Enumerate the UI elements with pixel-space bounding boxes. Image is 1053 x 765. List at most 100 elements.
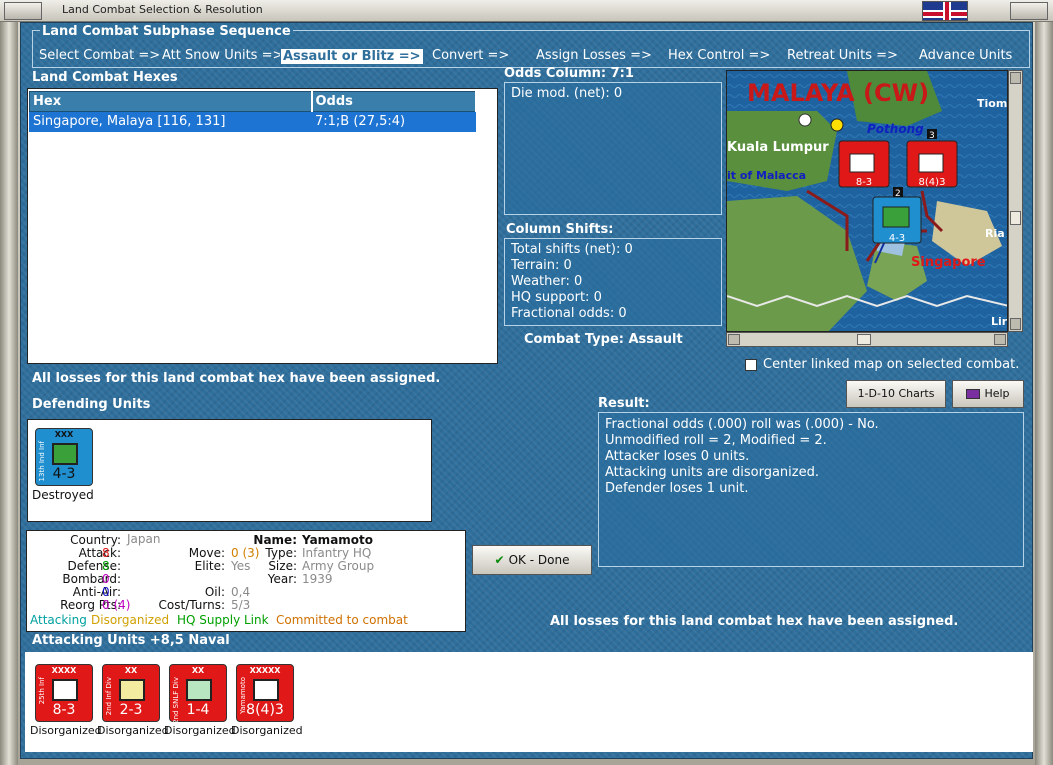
- book-icon: [966, 389, 981, 399]
- cost-value: 5/3: [231, 598, 251, 612]
- tag-disorganized: Disorganized: [91, 613, 170, 627]
- map-graphic: MALAYA (CW) Kuala Lumpur Pothong it of M…: [727, 71, 1008, 331]
- map-vertical-scrollbar[interactable]: [1008, 70, 1023, 332]
- defense-label: Defense:: [67, 559, 121, 573]
- ok-done-button[interactable]: ✔ OK - Done: [472, 545, 592, 575]
- name-value: Yamamoto: [302, 533, 374, 547]
- attacking-units-title: Attacking Units +8,5 Naval: [32, 633, 230, 648]
- map-tiom: Tiom: [977, 97, 1007, 110]
- svg-text:4-3: 4-3: [889, 233, 905, 244]
- column-shifts-title: Column Shifts:: [506, 222, 614, 237]
- oil-label: Oil:: [204, 585, 225, 599]
- column-header-hex[interactable]: Hex: [29, 91, 313, 112]
- antiair-label: Anti-Air:: [72, 585, 121, 599]
- window-menu-button[interactable]: [4, 2, 42, 20]
- combat-type-label: Combat Type: Assault: [524, 332, 683, 347]
- attacking-unit-counter[interactable]: XX 2nd Inf Div 2-3: [102, 664, 160, 722]
- infantry-symbol-icon: [52, 679, 78, 701]
- scroll-up-arrow-icon[interactable]: [1010, 72, 1021, 84]
- linked-map[interactable]: MALAYA (CW) Kuala Lumpur Pothong it of M…: [726, 70, 1008, 332]
- shift-total: Total shifts (net): 0: [511, 242, 633, 257]
- scroll-right-arrow-icon[interactable]: [994, 334, 1006, 345]
- d10-charts-button[interactable]: 1-D-10 Charts: [846, 380, 946, 408]
- horizontal-scroll-thumb[interactable]: [857, 334, 871, 345]
- country-label: Country:: [70, 533, 121, 547]
- attacking-unit-counter[interactable]: XXXX 25th Inf 8-3: [35, 664, 93, 722]
- seq-select-combat[interactable]: Select Combat =>: [37, 48, 162, 63]
- seq-retreat-units[interactable]: Retreat Units =>: [785, 48, 900, 63]
- attacking-unit-status: Disorganized: [30, 724, 102, 737]
- vertical-scroll-thumb[interactable]: [1010, 211, 1021, 225]
- center-map-checkbox[interactable]: [745, 359, 757, 371]
- map-horizontal-scrollbar[interactable]: [726, 332, 1008, 347]
- elite-value: Yes: [231, 559, 251, 573]
- help-button-label: Help: [984, 387, 1010, 400]
- uk-flag-icon: [922, 1, 968, 21]
- tag-committed: Committed to combat: [276, 613, 408, 627]
- shift-weather: Weather: 0: [511, 274, 583, 289]
- result-line-4: Attacking units are disorganized.: [605, 465, 819, 480]
- left-pillar: [0, 22, 18, 765]
- type-label: Type:: [265, 546, 297, 560]
- seq-advance-units[interactable]: Advance Units: [917, 48, 1014, 63]
- title-bar: Land Combat Selection & Resolution: [0, 0, 1053, 22]
- map-stack-count-1: 3: [929, 131, 935, 141]
- map-singapore: Singapore: [911, 255, 986, 270]
- oil-value: 0,4: [231, 585, 251, 599]
- cost-label: Cost/Turns:: [158, 598, 225, 612]
- unit-size: XXX: [54, 430, 74, 439]
- land-combat-hexes-title: Land Combat Hexes: [32, 70, 178, 85]
- scroll-left-arrow-icon[interactable]: [728, 334, 740, 345]
- result-line-2: Unmodified roll = 2, Modified = 2.: [605, 433, 827, 448]
- checkmark-icon: ✔: [494, 553, 505, 567]
- attacking-unit-counter[interactable]: XXXXX Yamamoto 8(4)3: [236, 664, 294, 722]
- seq-assault-or-blitz[interactable]: Assault or Blitz =>: [280, 48, 424, 65]
- size-value: Army Group: [302, 559, 375, 573]
- right-pillar: [1035, 22, 1053, 765]
- unit-strength: 8-3: [52, 702, 76, 718]
- shift-hq-support: HQ support: 0: [511, 290, 602, 305]
- unit-strength: 4-3: [52, 466, 76, 482]
- odds-panel: [504, 82, 722, 215]
- seq-hex-control[interactable]: Hex Control =>: [666, 48, 772, 63]
- die-mod-text: Die mod. (net): 0: [511, 86, 623, 101]
- attacking-unit-status: Disorganized: [231, 724, 303, 737]
- antiair-value: 0: [102, 585, 110, 599]
- unit-info-panel: Country: Japan Attack: 8 Defense: 8 Bomb…: [26, 530, 466, 632]
- defending-unit-counter[interactable]: XXX 13th Ind Inf 4-3: [35, 428, 93, 486]
- defense-value: 8: [102, 559, 110, 573]
- attacking-unit-counter[interactable]: XX 2nd SNLF Div 1-4: [169, 664, 227, 724]
- attack-label: Attack:: [78, 546, 121, 560]
- table-row[interactable]: Singapore, Malaya [116, 131] 7:1;B (27,5…: [29, 111, 476, 132]
- result-line-1: Fractional odds (.000) roll was (.000) -…: [605, 417, 879, 432]
- name-label: Name:: [253, 533, 297, 547]
- seq-att-snow-units[interactable]: Att Snow Units =>: [160, 48, 285, 63]
- size-label: Size:: [268, 559, 297, 573]
- svg-text:8-3: 8-3: [856, 177, 872, 188]
- losses-assigned-message: All losses for this land combat hex have…: [32, 371, 441, 386]
- unit-size: XXXXX: [249, 666, 281, 675]
- ok-done-label: OK - Done: [508, 553, 570, 567]
- shift-fractional-odds: Fractional odds: 0: [511, 306, 627, 321]
- unit-strength: 8(4)3: [246, 702, 284, 718]
- hex-cell: Singapore, Malaya [116, 131]: [29, 111, 312, 132]
- map-pothong: Pothong: [867, 122, 924, 136]
- type-value: Infantry HQ: [302, 546, 372, 560]
- seq-convert[interactable]: Convert =>: [430, 48, 511, 63]
- map-region-label: MALAYA (CW): [747, 79, 929, 107]
- unit-name: 25th Inf: [38, 677, 46, 705]
- scroll-down-arrow-icon[interactable]: [1010, 318, 1021, 330]
- result-title: Result:: [598, 396, 650, 411]
- move-value: 0 (3): [231, 546, 260, 560]
- help-button[interactable]: Help: [952, 380, 1024, 408]
- window-close-button[interactable]: [1010, 2, 1048, 20]
- column-header-odds[interactable]: Odds: [311, 91, 477, 112]
- seq-assign-losses[interactable]: Assign Losses =>: [534, 48, 654, 63]
- map-lir: Lir: [991, 315, 1008, 328]
- infantry-symbol-icon: [119, 679, 145, 701]
- tag-attacking: Attacking: [30, 613, 87, 627]
- window-title: Land Combat Selection & Resolution: [62, 3, 263, 16]
- hq-symbol-icon: [253, 679, 279, 701]
- bombard-label: Bombard:: [62, 572, 121, 586]
- map-kuala-lumpur: Kuala Lumpur: [727, 140, 829, 155]
